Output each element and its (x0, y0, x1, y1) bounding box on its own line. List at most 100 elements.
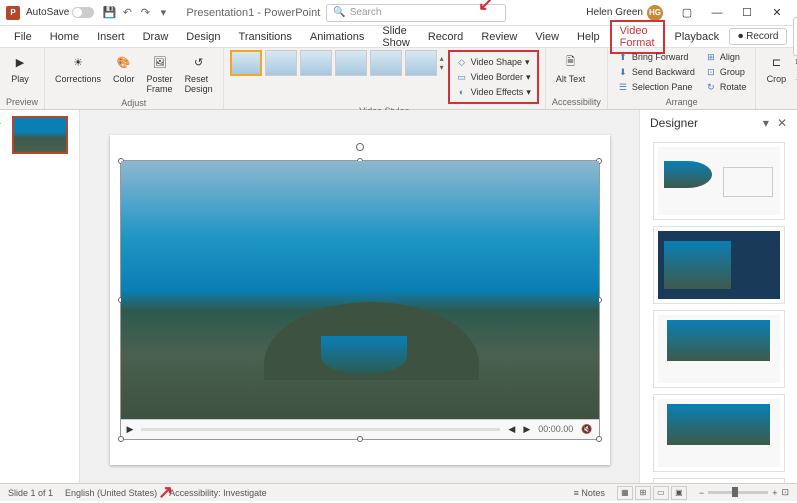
autosave-label: AutoSave (26, 7, 69, 18)
alt-text-button[interactable]: 🗎Alt Text (552, 50, 589, 86)
tab-draw[interactable]: Draw (135, 28, 177, 46)
video-style-5[interactable] (370, 50, 402, 76)
tab-view[interactable]: View (527, 28, 567, 46)
tab-help[interactable]: Help (569, 28, 608, 46)
design-idea-1[interactable] (653, 142, 785, 220)
user-account[interactable]: Helen Green HG (586, 5, 663, 21)
ribbon-options-icon[interactable]: ▢ (673, 3, 701, 23)
forward-icon: ⬆ (617, 51, 629, 63)
group-adjust-label: Adjust (51, 96, 217, 108)
slide[interactable]: ▶ ◀ ▶ 00:00.00 🔇 (110, 135, 610, 465)
designer-title: Designer (650, 116, 698, 130)
video-style-2[interactable] (265, 50, 297, 76)
ribbon-tabs: File Home Insert Draw Design Transitions… (0, 26, 797, 48)
window-title: Presentation1 - PowerPoint (180, 7, 326, 19)
autosave-toggle[interactable]: AutoSave (26, 7, 94, 18)
player-play-icon[interactable]: ▶ (127, 424, 134, 435)
align-button[interactable]: ⊞Align (702, 50, 750, 64)
avatar: HG (647, 5, 663, 21)
slideshow-view-icon[interactable]: ▣ (671, 486, 687, 500)
group-button[interactable]: ⊡Group (702, 65, 750, 79)
effects-icon: ◐ (456, 86, 468, 98)
slide-thumbnails: 1 (0, 110, 80, 489)
color-icon: 🎨 (114, 52, 134, 72)
tab-slideshow[interactable]: Slide Show (374, 22, 418, 52)
thumb-number: 1 (0, 116, 1, 126)
tab-insert[interactable]: Insert (89, 28, 133, 46)
player-volume-icon[interactable]: 🔇 (581, 424, 592, 435)
fit-window-icon[interactable]: ⊡ (781, 487, 789, 498)
player-prev-icon[interactable]: ◀ (508, 424, 515, 435)
tab-review[interactable]: Review (473, 28, 525, 46)
rotate-button[interactable]: ↻Rotate (702, 80, 750, 94)
tab-transitions[interactable]: Transitions (231, 28, 300, 46)
redo-icon[interactable]: ↷ (138, 6, 152, 20)
player-next-icon[interactable]: ▶ (523, 424, 530, 435)
reset-design-button[interactable]: ↺Reset Design (181, 50, 217, 96)
bring-forward-button[interactable]: ⬆Bring Forward (614, 50, 698, 64)
video-style-1[interactable] (230, 50, 262, 76)
toggle-icon (72, 7, 94, 18)
video-preview (121, 161, 599, 419)
search-input[interactable]: 🔍 Search (326, 4, 506, 22)
minimize-icon[interactable]: — (703, 3, 731, 23)
video-shape-button[interactable]: ◇Video Shape ▾ (453, 55, 534, 69)
status-accessibility[interactable]: Accessibility: Investigate (169, 488, 267, 498)
play-button[interactable]: ▶Play (6, 50, 34, 86)
tab-home[interactable]: Home (42, 28, 87, 46)
tab-file[interactable]: File (6, 28, 40, 46)
alt-text-icon: 🗎 (561, 52, 581, 72)
qat-dropdown-icon[interactable]: ▾ (156, 6, 170, 20)
designer-pane: Designer ▾ ✕ (639, 110, 797, 489)
resize-handle[interactable] (118, 436, 124, 442)
normal-view-icon[interactable]: ▦ (617, 486, 633, 500)
selection-pane-button[interactable]: ☰Selection Pane (614, 80, 698, 94)
video-border-button[interactable]: ▭Video Border ▾ (453, 70, 534, 84)
designer-close-icon[interactable]: ✕ (777, 116, 787, 130)
design-idea-3[interactable] (653, 310, 785, 388)
tab-animations[interactable]: Animations (302, 28, 372, 46)
video-effects-button[interactable]: ◐Video Effects ▾ (453, 85, 534, 99)
video-style-3[interactable] (300, 50, 332, 76)
corrections-button[interactable]: ☀Corrections (51, 50, 105, 86)
rotate-handle[interactable] (356, 143, 364, 151)
save-icon[interactable]: 💾 (102, 6, 116, 20)
resize-handle[interactable] (357, 436, 363, 442)
status-bar: Slide 1 of 1 English (United States) Acc… (0, 483, 797, 501)
reading-view-icon[interactable]: ▭ (653, 486, 669, 500)
resize-handle[interactable] (596, 436, 602, 442)
record-icon: ⏺ (738, 31, 743, 42)
send-backward-button[interactable]: ⬇Send Backward (614, 65, 698, 79)
slide-canvas: ▶ ◀ ▶ 00:00.00 🔇 (80, 110, 639, 489)
color-button[interactable]: 🎨Color (109, 50, 139, 86)
gallery-down-icon[interactable]: ▾ (440, 63, 444, 72)
border-icon: ▭ (456, 71, 468, 83)
zoom-in-icon[interactable]: + (772, 488, 777, 498)
gallery-up-icon[interactable]: ▴ (440, 54, 444, 63)
zoom-slider[interactable] (708, 491, 768, 494)
progress-bar[interactable] (141, 428, 500, 431)
video-style-4[interactable] (335, 50, 367, 76)
crop-button[interactable]: ⊏Crop (762, 50, 790, 86)
video-style-6[interactable] (405, 50, 437, 76)
tab-design[interactable]: Design (178, 28, 228, 46)
tab-playback[interactable]: Playback (667, 28, 728, 46)
sorter-view-icon[interactable]: ⊞ (635, 486, 651, 500)
zoom-out-icon[interactable]: − (699, 488, 704, 498)
undo-icon[interactable]: ↶ (120, 6, 134, 20)
crop-icon: ⊏ (766, 52, 786, 72)
design-idea-2[interactable] (653, 226, 785, 304)
status-language[interactable]: English (United States) (65, 488, 157, 498)
slide-thumbnail-1[interactable] (12, 116, 68, 154)
design-idea-4[interactable] (653, 394, 785, 472)
tab-record[interactable]: Record (420, 28, 471, 46)
search-icon: 🔍 (333, 7, 345, 18)
notes-button[interactable]: ≡ Notes (574, 488, 605, 498)
video-style-gallery: ▴▾ (230, 50, 444, 76)
record-button[interactable]: ⏺Record (729, 28, 787, 45)
play-icon: ▶ (10, 52, 30, 72)
poster-frame-button[interactable]: 🖼Poster Frame (143, 50, 177, 96)
status-slide[interactable]: Slide 1 of 1 (8, 488, 53, 498)
designer-options-icon[interactable]: ▾ (763, 116, 769, 130)
video-object[interactable]: ▶ ◀ ▶ 00:00.00 🔇 (120, 160, 600, 440)
